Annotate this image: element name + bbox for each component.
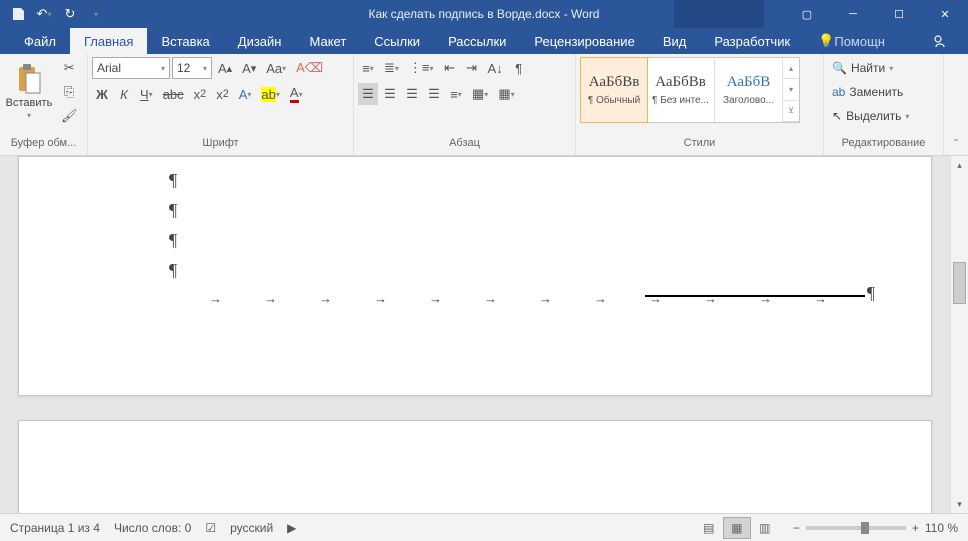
text-effects-icon[interactable]: A▾ (235, 83, 256, 105)
collapse-ribbon-icon[interactable]: ˆ (944, 54, 968, 155)
subscript-icon[interactable]: x2 (190, 83, 211, 105)
tab-references[interactable]: Ссылки (360, 28, 434, 54)
align-left-icon[interactable]: ☰ (358, 83, 378, 105)
undo-icon[interactable]: ↶▾ (32, 2, 56, 26)
tell-me[interactable]: 💡 Помощн (804, 28, 899, 54)
underline-icon[interactable]: Ч▾ (136, 83, 157, 105)
superscript-icon[interactable]: x2 (212, 83, 233, 105)
find-button[interactable]: 🔍 Найти ▾ (828, 57, 897, 79)
pilcrow-icon: ¶ (867, 283, 875, 304)
style-no-spacing[interactable]: АаБбВв ¶ Без инте... (647, 58, 715, 122)
change-case-icon[interactable]: Aa▾ (262, 57, 290, 79)
minimize-icon[interactable]: ─ (830, 0, 876, 28)
styles-down-icon[interactable]: ▾ (783, 79, 799, 100)
bullets-icon[interactable]: ≡▾ (358, 57, 378, 79)
pilcrow-icon: ¶ (169, 225, 891, 255)
styles-more-icon[interactable]: ⊻ (783, 101, 799, 122)
view-read-icon[interactable]: ▤ (695, 517, 723, 539)
sort-icon[interactable]: A↓ (484, 57, 507, 79)
macro-icon[interactable]: ▶ (287, 521, 296, 535)
show-marks-icon[interactable]: ¶ (509, 57, 529, 79)
zoom-level[interactable]: 110 % (925, 521, 958, 535)
redo-icon[interactable]: ↻ (58, 2, 82, 26)
document-canvas[interactable]: ¶ ¶ ¶ ¶ →→→→→→→→→→→→ ¶ (0, 156, 950, 513)
copy-icon[interactable]: ⎘ (57, 81, 82, 103)
format-painter-icon[interactable]: 🖌 (57, 105, 82, 127)
justify-icon[interactable]: ☰ (424, 83, 444, 105)
pilcrow-icon: ¶ (169, 255, 891, 285)
zoom-slider[interactable] (806, 526, 906, 530)
pilcrow-icon: ¶ (169, 195, 891, 225)
strike-icon[interactable]: abc (159, 83, 188, 105)
signature-line (645, 295, 865, 297)
status-words[interactable]: Число слов: 0 (114, 521, 191, 535)
replace-button[interactable]: ab Заменить (828, 81, 907, 103)
styles-up-icon[interactable]: ▴ (783, 58, 799, 79)
multilevel-icon[interactable]: ⋮≡▾ (405, 57, 438, 79)
scroll-down-icon[interactable]: ▾ (951, 495, 968, 513)
zoom-in-icon[interactable]: + (912, 521, 919, 535)
qat-customize-icon[interactable]: ▾ (84, 2, 108, 26)
status-language[interactable]: русский (230, 521, 273, 535)
align-right-icon[interactable]: ☰ (402, 83, 422, 105)
save-icon[interactable] (6, 2, 30, 26)
decrease-indent-icon[interactable]: ⇤ (440, 57, 460, 79)
italic-icon[interactable]: К (114, 83, 134, 105)
font-size-input[interactable]: 12▾ (172, 57, 212, 79)
user-account[interactable] (674, 0, 764, 28)
vertical-scrollbar[interactable]: ▴ ▾ (950, 156, 968, 513)
shading-icon[interactable]: ▦▾ (468, 83, 492, 105)
view-print-icon[interactable]: ▦ (723, 517, 751, 539)
tab-marks-row: →→→→→→→→→→→→ (209, 291, 871, 306)
tab-review[interactable]: Рецензирование (520, 28, 648, 54)
tab-layout[interactable]: Макет (295, 28, 360, 54)
align-center-icon[interactable]: ☰ (380, 83, 400, 105)
style-heading1[interactable]: АаБбВ Заголово... (715, 58, 783, 122)
font-name-input[interactable]: Arial▾ (92, 57, 170, 79)
styles-gallery[interactable]: АаБбВв ¶ Обычный АаБбВв ¶ Без инте... Аа… (580, 57, 800, 123)
paste-button[interactable]: Вставить ▾ (4, 57, 54, 120)
borders-icon[interactable]: ▦▾ (494, 83, 518, 105)
style-normal[interactable]: АаБбВв ¶ Обычный (580, 57, 648, 123)
pilcrow-icon: ¶ (169, 165, 891, 195)
bold-icon[interactable]: Ж (92, 83, 112, 105)
maximize-icon[interactable]: ☐ (876, 0, 922, 28)
group-paragraph-label: Абзац (358, 137, 571, 155)
group-font-label: Шрифт (92, 137, 349, 155)
line-spacing-icon[interactable]: ≡▾ (446, 83, 466, 105)
group-styles-label: Стили (580, 137, 819, 155)
group-clipboard-label: Буфер обм... (4, 137, 83, 155)
tab-view[interactable]: Вид (649, 28, 701, 54)
tab-home[interactable]: Главная (70, 28, 147, 54)
view-web-icon[interactable]: ▥ (751, 517, 779, 539)
select-button[interactable]: ↖ Выделить ▾ (828, 105, 913, 127)
scroll-thumb[interactable] (953, 262, 966, 304)
highlight-icon[interactable]: ab▾ (257, 83, 283, 105)
increase-indent-icon[interactable]: ⇥ (462, 57, 482, 79)
tab-file[interactable]: Файл (10, 28, 70, 54)
shrink-font-icon[interactable]: A▾ (238, 57, 260, 79)
status-page[interactable]: Страница 1 из 4 (10, 521, 100, 535)
window-title: Как сделать подпись в Ворде.docx - Word (369, 7, 600, 21)
tab-developer[interactable]: Разработчик (700, 28, 804, 54)
tab-mailings[interactable]: Рассылки (434, 28, 520, 54)
close-icon[interactable]: ✕ (922, 0, 968, 28)
group-editing-label: Редактирование (828, 137, 939, 155)
grow-font-icon[interactable]: A▴ (214, 57, 236, 79)
scroll-up-icon[interactable]: ▴ (951, 156, 968, 174)
share-icon[interactable] (912, 28, 968, 54)
ribbon-display-icon[interactable]: ▢ (784, 0, 830, 28)
zoom-out-icon[interactable]: − (793, 521, 800, 535)
tab-insert[interactable]: Вставка (147, 28, 223, 54)
numbering-icon[interactable]: ≣▾ (380, 57, 403, 79)
clear-format-icon[interactable]: A⌫ (292, 57, 327, 79)
spellcheck-icon[interactable]: ☑ (205, 521, 216, 535)
cut-icon[interactable]: ✂ (57, 57, 82, 79)
font-color-icon[interactable]: A▾ (286, 83, 307, 105)
tab-design[interactable]: Дизайн (224, 28, 296, 54)
